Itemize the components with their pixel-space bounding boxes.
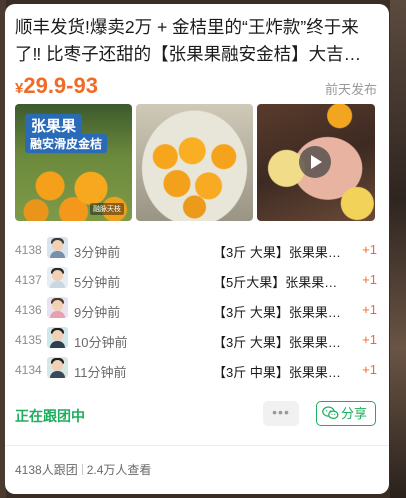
divider [5,445,389,446]
order-qty: +1 [362,242,377,257]
post-title-line-2: 了‼ 比枣子还甜的【张果果融安金桔】大吉大... [15,44,375,64]
share-label: 分享 [341,406,368,421]
order-number: 4136 [15,303,42,317]
order-number: 4137 [15,273,42,287]
price-value: 29.9-93 [23,73,98,98]
view-count: 2.4万人查看 [86,463,152,477]
order-item: 【3斤 中果】张果果融安金桔 [213,365,341,380]
order-qty: +1 [362,272,377,287]
avatar [47,267,68,288]
image-label-tiny: 融脉天枝 [90,203,124,215]
order-item: 【3斤 大果】张果果融安金桔 [213,305,341,320]
image-gallery: 张果果 融安滑皮金桔 融脉天枝 [15,104,375,221]
play-icon[interactable] [299,146,331,178]
group-buy-card[interactable]: 顺丰发货!爆卖2万 + 金桔里的“王炸款”终于来 了‼ 比枣子还甜的【张果果融安… [5,4,389,494]
product-image-2[interactable] [136,104,253,221]
stats: 4138人跟团 2.4万人查看 [15,461,151,478]
order-item: 【5斤大果】张果果融安金桔 [213,275,341,290]
price-row: ¥29.9-93 前天发布 [15,71,377,101]
order-number: 4138 [15,243,42,257]
order-time: 9分钟前 [74,305,121,320]
wechat-icon [322,406,339,420]
avatar [47,237,68,258]
share-button[interactable]: 分享 [316,401,376,426]
order-item: 【3斤 大果】张果果融安金桔 [213,245,341,260]
order-list: 4138 3分钟前 【3斤 大果】张果果融安金桔 +1 4137 5分钟前 【5… [15,234,377,384]
post-title[interactable]: 顺丰发货!爆卖2万 + 金桔里的“王炸款”终于来 了‼ 比枣子还甜的【张果果融安… [15,14,375,68]
order-time: 5分钟前 [74,275,121,290]
post-title-line-1: 顺丰发货!爆卖2万 + 金桔里的“王炸款”终于来 [15,17,359,37]
avatar [47,327,68,348]
order-row: 4138 3分钟前 【3斤 大果】张果果融安金桔 +1 [15,234,377,264]
product-image-1[interactable]: 张果果 融安滑皮金桔 融脉天枝 [15,104,132,221]
order-qty: +1 [362,332,377,347]
avatar [47,297,68,318]
more-button[interactable]: ••• [263,401,299,426]
image-label-product: 融安滑皮金桔 [25,134,108,153]
following-status: 正在跟团中 [15,408,85,424]
order-qty: +1 [362,302,377,317]
order-number: 4134 [15,363,42,377]
background-right [390,0,406,498]
order-time: 11分钟前 [74,365,127,380]
order-row: 4134 11分钟前 【3斤 中果】张果果融安金桔 +1 [15,354,377,384]
stats-separator [81,464,83,475]
product-video[interactable] [257,104,375,221]
order-qty: +1 [362,362,377,377]
order-row: 4137 5分钟前 【5斤大果】张果果融安金桔 +1 [15,264,377,294]
order-row: 4136 9分钟前 【3斤 大果】张果果融安金桔 +1 [15,294,377,324]
order-time: 10分钟前 [74,335,128,350]
order-number: 4135 [15,333,42,347]
posted-time: 前天发布 [324,82,377,97]
order-item: 【3斤 大果】张果果融安金桔 [213,335,341,350]
order-time: 3分钟前 [74,245,121,260]
joined-count: 4138人跟团 [15,463,78,477]
order-row: 4135 10分钟前 【3斤 大果】张果果融安金桔 +1 [15,324,377,354]
avatar [47,357,68,378]
price: ¥29.9-93 [15,73,98,99]
